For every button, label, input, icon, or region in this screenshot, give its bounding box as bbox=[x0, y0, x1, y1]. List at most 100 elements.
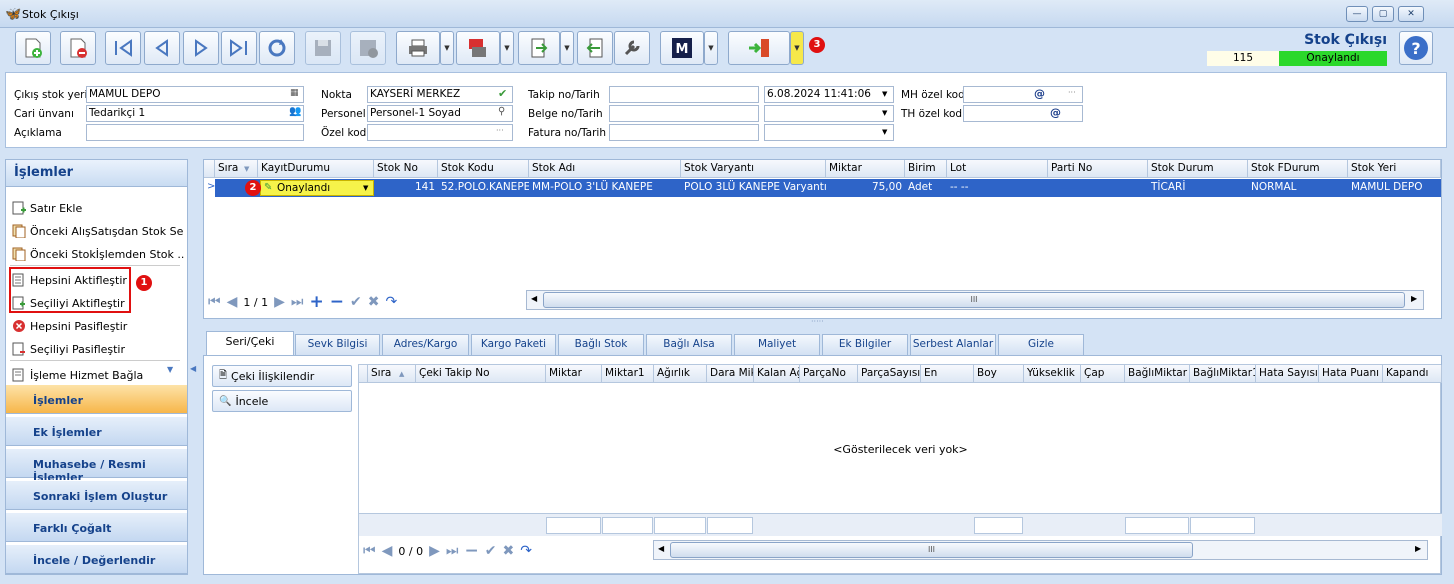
tab-bagli-stok[interactable]: Bağlı Stok bbox=[558, 334, 644, 355]
table-row[interactable]: > ✎ Onaylandı ▼ 141 52.POLO.KANEPE MM-PO… bbox=[204, 179, 1441, 197]
exit-dropdown[interactable]: ▼ bbox=[790, 31, 804, 65]
belge-no-field[interactable] bbox=[609, 105, 759, 122]
help-button[interactable]: ? bbox=[1399, 31, 1433, 65]
th-ozel-kod-field[interactable] bbox=[963, 105, 1083, 122]
col-yukseklik[interactable]: Yükseklik bbox=[1024, 365, 1081, 383]
export-button[interactable] bbox=[518, 31, 560, 65]
nav-muhasebe[interactable]: Muhasebe / Resmi İşlemler bbox=[6, 448, 187, 484]
tab-serbest-alanlar[interactable]: Serbest Alanlar bbox=[910, 334, 996, 355]
col-en[interactable]: En bbox=[921, 365, 974, 383]
import-button[interactable] bbox=[577, 31, 613, 65]
close-window-button[interactable]: ✕ bbox=[1398, 6, 1424, 22]
scroll-right-icon[interactable]: ▶ bbox=[1415, 544, 1421, 553]
print-button[interactable] bbox=[396, 31, 440, 65]
col-parca-sayisi[interactable]: ParçaSayısı bbox=[858, 365, 921, 383]
delete-document-button[interactable] bbox=[60, 31, 96, 65]
tab-bagli-alsa[interactable]: Bağlı Alsa bbox=[646, 334, 732, 355]
mh-ellipsis-icon[interactable]: ··· bbox=[1068, 88, 1076, 97]
previous-record-button[interactable] bbox=[144, 31, 180, 65]
tab-ek-bilgiler[interactable]: Ek Bilgiler bbox=[822, 334, 908, 355]
m-app-button[interactable]: M bbox=[660, 31, 704, 65]
m-app-dropdown[interactable]: ▼ bbox=[704, 31, 718, 65]
prev-page-icon[interactable]: ◀ bbox=[382, 543, 393, 559]
col-agirlik[interactable]: Ağırlık bbox=[654, 365, 707, 383]
ozel-kod-field[interactable] bbox=[367, 124, 513, 141]
tab-gizle[interactable]: Gizle bbox=[998, 334, 1084, 355]
belge-tarih-field[interactable] bbox=[764, 105, 894, 122]
tab-kargo-paketi[interactable]: Kargo Paketi bbox=[471, 334, 556, 355]
barcode-icon[interactable]: ▦ bbox=[290, 88, 299, 98]
collapse-left-icon[interactable]: ◀ bbox=[190, 364, 196, 373]
isleme-hizmet-bagla-item[interactable]: İşleme Hizmet Bağla bbox=[12, 365, 172, 385]
takip-no-field[interactable] bbox=[609, 86, 759, 103]
scroll-left-icon[interactable]: ◀ bbox=[658, 544, 664, 553]
cancel-icon[interactable]: ✖ bbox=[502, 543, 514, 559]
tab-sevk-bilgisi[interactable]: Sevk Bilgisi bbox=[295, 334, 380, 355]
confirm-icon[interactable]: ✔ bbox=[350, 294, 362, 310]
users-icon[interactable]: 👥 bbox=[289, 106, 301, 117]
col-miktar[interactable]: Miktar bbox=[826, 160, 905, 178]
scroll-right-icon[interactable]: ▶ bbox=[1411, 294, 1417, 303]
col-stok-durum[interactable]: Stok Durum bbox=[1148, 160, 1248, 178]
save-close-button[interactable] bbox=[350, 31, 386, 65]
tab-adres-kargo[interactable]: Adres/Kargo bbox=[382, 334, 469, 355]
refresh-grid-icon[interactable]: ↷ bbox=[385, 294, 397, 310]
col-stok-kodu[interactable]: Stok Kodu bbox=[438, 160, 529, 178]
onceki-stokislem-item[interactable]: Önceki Stokİşlemden Stok ... bbox=[12, 244, 184, 264]
fatura-tarih-dropdown-icon[interactable]: ▼ bbox=[882, 128, 887, 136]
tools-button[interactable] bbox=[614, 31, 650, 65]
col-stok-adi[interactable]: Stok Adı bbox=[529, 160, 681, 178]
takip-tarih-dropdown-icon[interactable]: ▼ bbox=[882, 90, 887, 98]
cari-unvani-field[interactable]: Tedarikçi 1 bbox=[86, 105, 304, 122]
col-stok-varyanti[interactable]: Stok Varyantı bbox=[681, 160, 826, 178]
kayit-durumu-combo[interactable]: ✎ Onaylandı ▼ bbox=[260, 180, 374, 196]
person-search-icon[interactable]: ⚲ bbox=[498, 106, 505, 117]
splitter[interactable]: ····· bbox=[203, 317, 1442, 327]
nav-sonraki-islem[interactable]: Sonraki İşlem Oluştur bbox=[6, 480, 187, 510]
col-miktar[interactable]: Miktar bbox=[546, 365, 602, 383]
th-at-icon[interactable]: @ bbox=[1050, 106, 1061, 119]
detail-horizontal-scrollbar[interactable]: ◀ III ▶ bbox=[653, 540, 1428, 560]
last-page-icon[interactable]: ⏭ bbox=[291, 294, 304, 310]
nav-incele[interactable]: İncele / Değerlendir bbox=[6, 544, 187, 574]
first-page-icon[interactable]: ⏮ bbox=[363, 543, 376, 559]
col-hata-puani[interactable]: Hata Puanı bbox=[1319, 365, 1383, 383]
last-record-button[interactable] bbox=[221, 31, 257, 65]
next-page-icon[interactable]: ▶ bbox=[429, 543, 440, 559]
refresh-button[interactable] bbox=[259, 31, 295, 65]
next-record-button[interactable] bbox=[183, 31, 219, 65]
add-row-icon[interactable]: + bbox=[309, 292, 323, 312]
cancel-icon[interactable]: ✖ bbox=[368, 294, 380, 310]
fatura-no-field[interactable] bbox=[609, 124, 759, 141]
col-boy[interactable]: Boy bbox=[974, 365, 1024, 383]
col-hata-sayisi[interactable]: Hata Sayısı bbox=[1256, 365, 1319, 383]
fatura-tarih-field[interactable] bbox=[764, 124, 894, 141]
nav-islemler[interactable]: İşlemler bbox=[6, 384, 187, 414]
incele-button[interactable]: 🔍 İncele bbox=[212, 390, 352, 412]
first-record-button[interactable] bbox=[105, 31, 141, 65]
aciklama-field[interactable] bbox=[86, 124, 304, 141]
col-cap[interactable]: Çap bbox=[1081, 365, 1125, 383]
scroll-left-icon[interactable]: ◀ bbox=[531, 294, 537, 303]
col-miktar1[interactable]: Miktar1 bbox=[602, 365, 654, 383]
col-bagli-miktar1[interactable]: BağlıMiktar1 bbox=[1190, 365, 1256, 383]
new-document-button[interactable] bbox=[15, 31, 51, 65]
col-stok-no[interactable]: Stok No bbox=[374, 160, 438, 178]
tab-maliyet[interactable]: Maliyet bbox=[734, 334, 820, 355]
onceki-alissatis-item[interactable]: Önceki AlışSatışdan Stok Seç bbox=[12, 221, 184, 241]
col-parca-no[interactable]: ParçaNo bbox=[800, 365, 858, 383]
col-parti-no[interactable]: Parti No bbox=[1048, 160, 1148, 178]
col-stok-fdurum[interactable]: Stok FDurum bbox=[1248, 160, 1348, 178]
seciliyi-aktiflestir-item[interactable]: Seçiliyi Aktifleştir bbox=[12, 293, 130, 313]
scroll-thumb[interactable]: III bbox=[543, 292, 1405, 308]
mh-ozel-kod-field[interactable] bbox=[963, 86, 1083, 103]
col-lot[interactable]: Lot bbox=[947, 160, 1048, 178]
col-birim[interactable]: Birim bbox=[905, 160, 947, 178]
refresh-grid-icon[interactable]: ↷ bbox=[520, 543, 532, 559]
hepsini-aktiflestir-item[interactable]: Hepsini Aktifleştir bbox=[12, 270, 130, 290]
first-page-icon[interactable]: ⏮ bbox=[208, 294, 221, 310]
prev-page-icon[interactable]: ◀ bbox=[227, 294, 238, 310]
remove-row-icon[interactable]: − bbox=[464, 541, 478, 561]
confirm-icon[interactable]: ✔ bbox=[485, 543, 497, 559]
col-bagli-miktar[interactable]: BağlıMiktar bbox=[1125, 365, 1190, 383]
